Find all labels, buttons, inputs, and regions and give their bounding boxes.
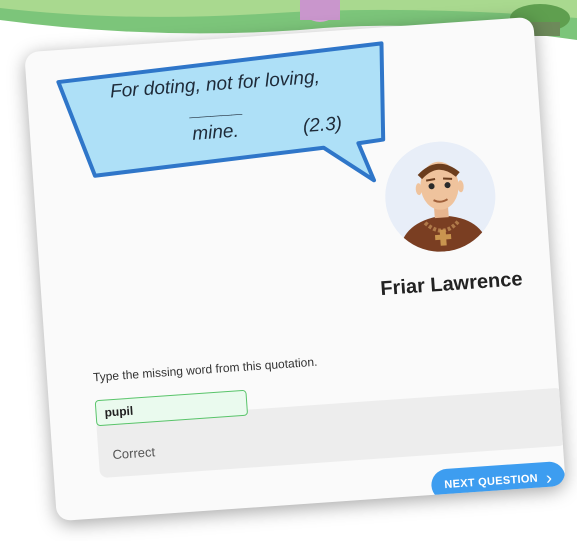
quotation-reference: (2.3) — [302, 113, 343, 138]
question-prompt: Type the missing word from this quotatio… — [92, 354, 318, 385]
quotation-line-2: mine. — [191, 120, 240, 145]
friar-lawrence-portrait — [385, 141, 496, 255]
character-name: Friar Lawrence — [379, 268, 524, 301]
next-question-label: NEXT QUESTION — [443, 472, 539, 492]
character-avatar — [381, 137, 500, 256]
chevron-right-icon: › — [545, 467, 553, 488]
next-question-button[interactable]: NEXT QUESTION › — [430, 460, 566, 502]
quiz-card: For doting, not for loving, _____ mine. … — [24, 16, 566, 522]
feedback-text: Correct — [111, 444, 156, 463]
